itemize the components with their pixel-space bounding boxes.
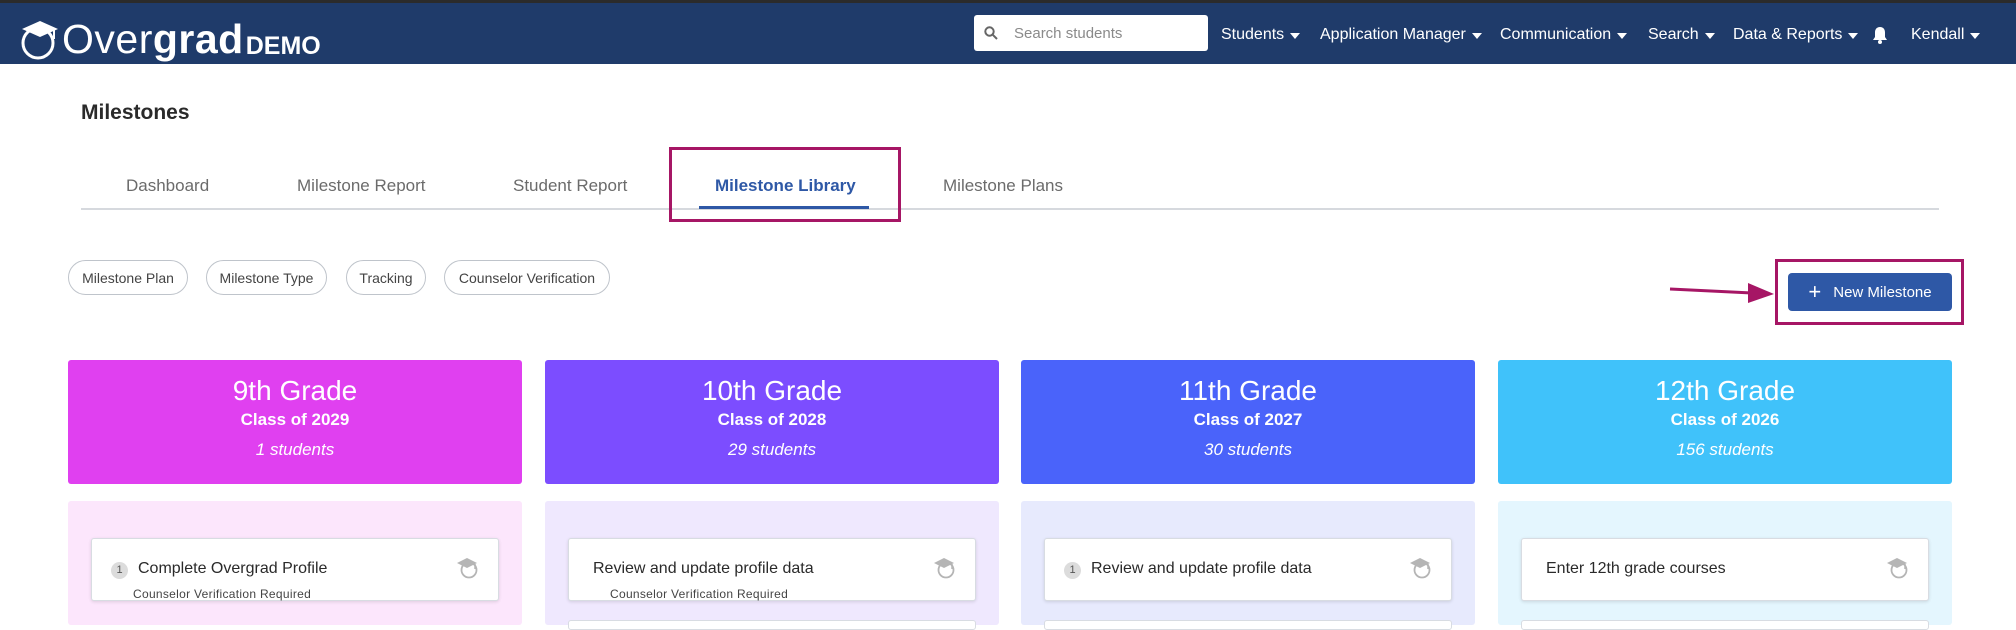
tab-milestone-plans[interactable]: Milestone Plans	[943, 176, 1063, 196]
page-title: Milestones	[81, 101, 190, 124]
caret-down-icon	[1290, 32, 1301, 39]
nav-item-communication[interactable]: Communication	[1500, 3, 1628, 67]
tabs-divider	[81, 208, 1939, 210]
grade-header-card[interactable]: 10th Grade Class of 2028 29 students	[545, 360, 999, 484]
grade-title: 11th Grade	[1178, 375, 1318, 406]
milestone-card[interactable]	[1044, 620, 1452, 630]
class-year: Class of 2028	[717, 410, 827, 429]
milestone-verification-note: Counselor Verification Required	[133, 587, 312, 601]
user-name: Kendall	[1911, 26, 1965, 43]
filter-chip-milestone-plan[interactable]: Milestone Plan	[68, 260, 188, 295]
search-icon	[984, 26, 998, 40]
nav-label: Data & Reports	[1733, 26, 1843, 43]
grade-header-card[interactable]: 9th Grade Class of 2029 1 students	[68, 360, 522, 484]
milestone-card[interactable]: 1 Complete Overgrad Profile Counselor Veri…	[91, 538, 499, 601]
nav-label: Application Manager	[1320, 26, 1466, 43]
grade-title: 12th Grade	[1654, 375, 1796, 406]
caret-down-icon	[1471, 32, 1482, 39]
nav-item-search[interactable]: Search	[1648, 3, 1715, 67]
milestone-card[interactable]: Review and update profile data Counselor …	[568, 538, 976, 601]
milestone-order-badge: 1	[1064, 562, 1081, 579]
tab-dashboard[interactable]: Dashboard	[126, 176, 209, 196]
logo-text-over: Over	[62, 16, 153, 62]
graduation-cap-icon	[934, 558, 955, 579]
graduation-cap-icon	[1887, 558, 1908, 579]
nav-item-data-reports[interactable]: Data & Reports	[1733, 3, 1859, 67]
grade-title: 10th Grade	[701, 375, 843, 406]
nav-item-students[interactable]: Students	[1221, 3, 1301, 67]
student-count: 30 students	[1204, 440, 1292, 459]
nav-label: Communication	[1500, 26, 1612, 43]
search-input[interactable]	[1012, 23, 1196, 43]
grade-header-card[interactable]: 12th Grade Class of 2026 156 students	[1498, 360, 1952, 484]
milestone-card[interactable]: Enter 12th grade courses	[1521, 538, 1929, 601]
student-count: 1 students	[255, 440, 335, 459]
nav-item-application-manager[interactable]: Application Manager	[1320, 3, 1482, 67]
nav-label: Students	[1221, 26, 1285, 43]
grade-title: 9th Grade	[232, 375, 358, 406]
filter-chip-tracking[interactable]: Tracking	[346, 260, 426, 295]
tab-milestone-report[interactable]: Milestone Report	[297, 176, 426, 196]
student-count: 156 students	[1676, 440, 1774, 459]
class-year: Class of 2026	[1670, 410, 1780, 429]
caret-down-icon	[1617, 32, 1628, 39]
milestone-card[interactable]: 1 Review and update profile data	[1044, 538, 1452, 601]
overgrad-logo[interactable]: Overgrad DEMO	[18, 9, 321, 61]
milestone-title: Enter 12th grade courses	[1546, 560, 1726, 577]
class-year: Class of 2029	[240, 410, 350, 429]
bell-icon	[1873, 27, 1887, 44]
logo-wordmark: Overgrad	[62, 17, 244, 61]
top-navbar: Overgrad DEMO Students Application Manag…	[0, 0, 2016, 64]
milestone-verification-note: Counselor Verification Required	[610, 587, 789, 601]
caret-down-icon	[1970, 32, 1981, 39]
logo-text-grad: grad	[152, 16, 244, 62]
graduation-cap-logo-icon	[21, 21, 58, 60]
nav-label: Search	[1648, 26, 1699, 43]
annotation-highlight-box	[1775, 259, 1964, 325]
tab-student-report[interactable]: Student Report	[513, 176, 627, 196]
graduation-cap-icon	[457, 558, 478, 579]
milestone-card[interactable]	[1521, 620, 1929, 630]
graduation-cap-icon	[1410, 558, 1431, 579]
annotation-arrow	[1669, 283, 1774, 303]
milestone-title: Complete Overgrad Profile	[138, 560, 328, 577]
milestone-order-badge: 1	[111, 562, 128, 579]
milestone-title: Review and update profile data	[1091, 560, 1312, 577]
student-search-box[interactable]	[974, 15, 1208, 51]
filter-chip-counselor-verification[interactable]: Counselor Verification	[444, 260, 610, 295]
milestone-title: Review and update profile data	[593, 560, 814, 577]
class-year: Class of 2027	[1193, 410, 1303, 429]
caret-down-icon	[1848, 32, 1859, 39]
milestone-card[interactable]	[568, 620, 976, 630]
grade-header-card[interactable]: 11th Grade Class of 2027 30 students	[1021, 360, 1475, 484]
annotation-highlight-box	[669, 147, 901, 222]
logo-demo-label: DEMO	[245, 32, 321, 60]
filter-chip-milestone-type[interactable]: Milestone Type	[206, 260, 327, 295]
student-count: 29 students	[728, 440, 816, 459]
user-menu[interactable]: Kendall	[1911, 3, 1981, 67]
caret-down-icon	[1704, 32, 1715, 39]
notifications-button[interactable]	[1872, 3, 1888, 67]
